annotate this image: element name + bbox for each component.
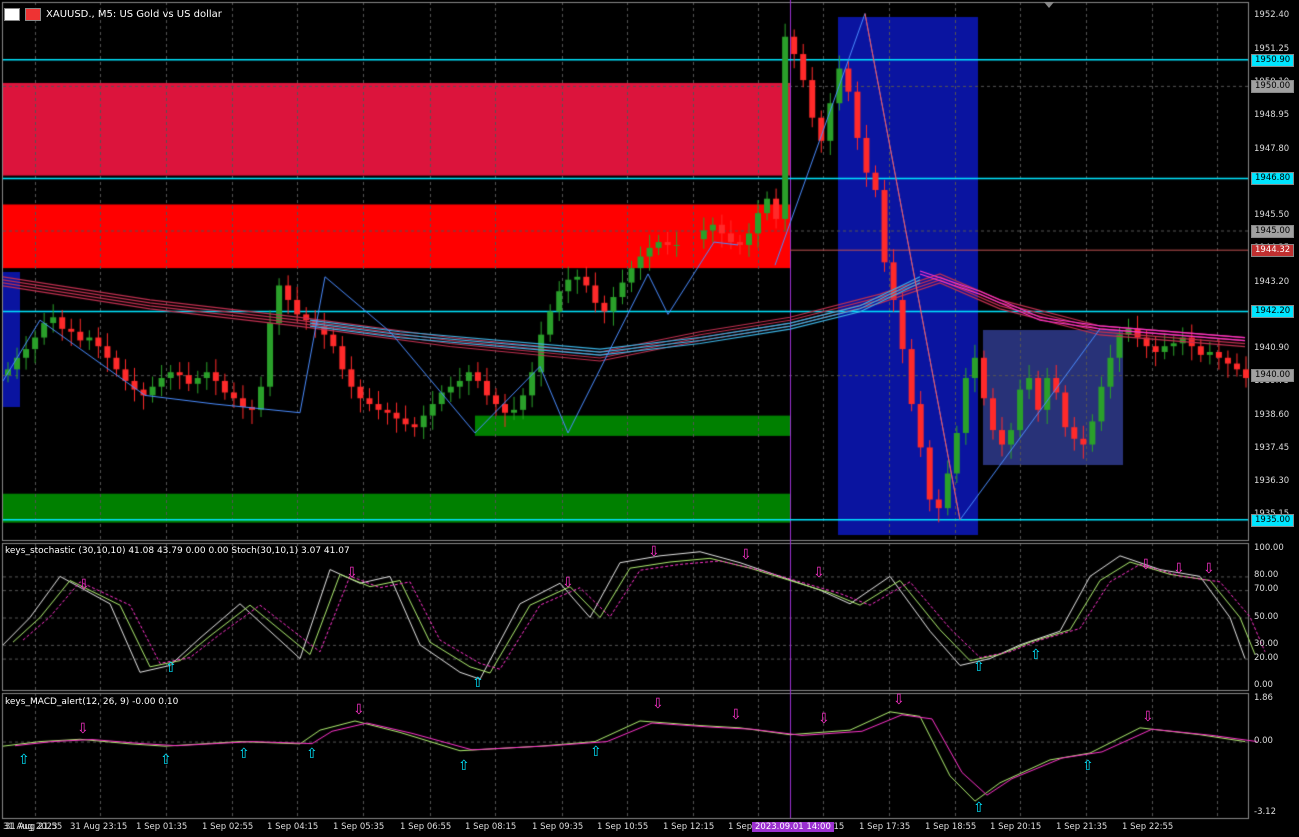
price-axis-label: 1938.60: [1254, 409, 1290, 420]
stochastic-axis-label: 30.00: [1254, 638, 1279, 649]
macd-axis-label: -3.12: [1254, 807, 1276, 817]
sell-arrow-icon: ⇩: [78, 577, 90, 593]
time-axis-label: 1 Sep 06:55: [400, 822, 452, 832]
bar-chart-icon[interactable]: [25, 7, 41, 21]
stochastic-label: keys_stochastic (30,10,10) 41.08 43.79 0…: [5, 546, 350, 556]
time-axis-label: 1 Sep 09:35: [532, 822, 584, 832]
price-tag-hline: 1935.00: [1251, 513, 1295, 527]
price-axis-label: 1945.50: [1254, 210, 1290, 221]
price-axis-label: 1948.95: [1254, 110, 1290, 121]
buy-arrow-icon: ⇧: [973, 800, 985, 816]
price-axis-label: 1952.40: [1254, 10, 1290, 21]
price-tag-hline: 1946.80: [1251, 172, 1295, 186]
time-axis-label: 1 Sep 20:15: [990, 822, 1042, 832]
stochastic-axis-label: 100.00: [1254, 543, 1284, 553]
sell-arrow-icon: ⇩: [652, 696, 664, 712]
sell-arrow-icon: ⇩: [740, 547, 752, 563]
stochastic-axis-label: 50.00: [1254, 611, 1279, 622]
time-axis-label: 1 Sep 04:15: [267, 822, 319, 832]
price-tag-hline: 1942.20: [1251, 305, 1295, 319]
chart-shift-marker[interactable]: [1044, 2, 1054, 8]
stochastic-axis-label: 80.00: [1254, 570, 1279, 581]
time-axis-label: 1 Sep 10:55: [597, 822, 649, 832]
time-axis-label: 1 Sep 21:35: [1056, 822, 1108, 832]
stochastic-axis-label: 70.00: [1254, 584, 1279, 595]
buy-arrow-icon: ⇧: [458, 758, 470, 774]
time-axis-label: 1 Sep 02:55: [202, 822, 254, 832]
sell-arrow-icon: ⇩: [818, 711, 830, 727]
buy-arrow-icon: ⇧: [165, 660, 177, 676]
price-axis-label: 1951.25: [1254, 43, 1290, 54]
price-tag-level: 1950.00: [1251, 79, 1295, 93]
sell-arrow-icon: ⇩: [730, 707, 742, 723]
buy-arrow-icon: ⇧: [1030, 647, 1042, 663]
sell-arrow-icon: ⇩: [353, 702, 365, 718]
macd-label: keys_MACD_alert(12, 26, 9) -0.00 0.10: [5, 697, 179, 707]
sell-arrow-icon: ⇩: [648, 544, 660, 560]
stochastic-axis-label: 20.00: [1254, 652, 1279, 663]
macd-axis-label: 1.86: [1254, 693, 1273, 703]
price-axis-label: 1936.30: [1254, 476, 1290, 487]
sell-arrow-icon: ⇩: [1203, 561, 1215, 577]
price-axis-label: 1947.80: [1254, 143, 1290, 154]
buy-arrow-icon: ⇧: [238, 746, 250, 762]
buy-arrow-icon: ⇧: [160, 752, 172, 768]
price-chart-canvas[interactable]: [0, 0, 1299, 837]
price-tag-level: 1940.00: [1251, 369, 1295, 383]
buy-arrow-icon: ⇧: [306, 746, 318, 762]
time-axis-label: 1 Sep 22:55: [1122, 822, 1174, 832]
stochastic-axis-label: 0.00: [1254, 680, 1273, 690]
time-axis-label: 1 Sep 05:35: [333, 822, 385, 832]
price-tag-level: 1945.00: [1251, 224, 1295, 238]
sell-arrow-icon: ⇩: [77, 721, 89, 737]
sell-arrow-icon: ⇩: [1140, 557, 1152, 573]
chart-grid-icon[interactable]: [4, 7, 20, 21]
price-tag-bid: 1944.32: [1251, 244, 1295, 258]
price-axis-label: 1940.90: [1254, 343, 1290, 354]
buy-arrow-icon: ⇧: [973, 659, 985, 675]
time-axis-label: 1 Sep 18:55: [925, 822, 977, 832]
time-cursor-label: 2023.09.01 14:00: [752, 822, 834, 832]
time-axis-label: 1 Sep 08:15: [465, 822, 517, 832]
time-axis-label: 1 Sep 12:15: [663, 822, 715, 832]
buy-arrow-icon: ⇧: [472, 675, 484, 691]
sell-arrow-icon: ⇩: [1173, 561, 1185, 577]
buy-arrow-icon: ⇧: [1082, 758, 1094, 774]
time-axis-label: 1 Sep 17:35: [859, 822, 911, 832]
price-tag-hline: 1950.90: [1251, 53, 1295, 67]
buy-arrow-icon: ⇧: [18, 752, 30, 768]
sell-arrow-icon: ⇩: [1142, 709, 1154, 725]
time-axis-label: 31 Aug 23:15: [70, 822, 128, 832]
sell-arrow-icon: ⇩: [893, 692, 905, 708]
sell-arrow-icon: ⇩: [346, 565, 358, 581]
chart-title: XAUUSD., M5: US Gold vs US dollar: [46, 8, 222, 20]
macd-axis-label: 0.00: [1254, 735, 1273, 746]
time-axis-label: 31 Aug 21:55: [5, 822, 63, 832]
sell-arrow-icon: ⇩: [813, 565, 825, 581]
time-axis-label: 1 Sep 01:35: [136, 822, 188, 832]
price-axis-label: 1943.20: [1254, 276, 1290, 287]
price-axis-label: 1937.45: [1254, 442, 1290, 453]
buy-arrow-icon: ⇧: [590, 744, 602, 760]
chart-title-bar: XAUUSD., M5: US Gold vs US dollar: [4, 6, 222, 22]
sell-arrow-icon: ⇩: [562, 575, 574, 591]
